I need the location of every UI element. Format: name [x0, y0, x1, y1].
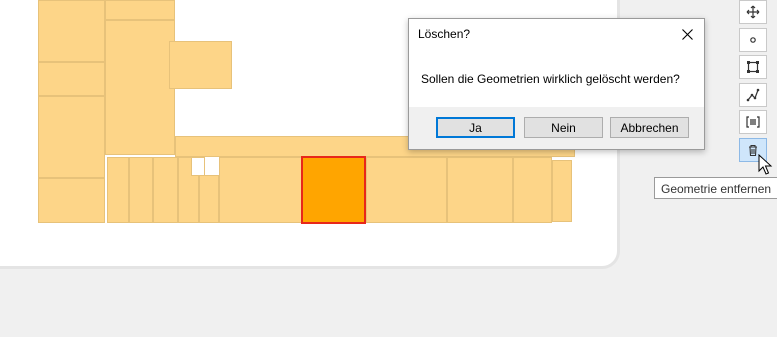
polyline-icon	[746, 88, 760, 102]
confirm-delete-dialog: Löschen? Sollen die Geometrien wirklich …	[408, 18, 705, 150]
room[interactable]	[552, 160, 572, 222]
rectangle-edit-icon	[747, 61, 759, 73]
room[interactable]	[513, 157, 552, 223]
close-icon	[681, 28, 693, 40]
room[interactable]	[129, 157, 153, 223]
room[interactable]	[447, 157, 513, 223]
text-box-icon	[746, 116, 760, 128]
room[interactable]	[105, 0, 175, 20]
rectangle-tool-button[interactable]	[739, 55, 767, 79]
cancel-button[interactable]: Abbrechen	[610, 117, 689, 138]
yes-button[interactable]: Ja	[436, 117, 515, 138]
polyline-tool-button[interactable]	[739, 83, 767, 107]
room[interactable]	[219, 157, 302, 223]
dialog-title: Löschen?	[418, 27, 471, 41]
room[interactable]	[199, 175, 219, 223]
room-cutout	[191, 157, 205, 176]
selected-room[interactable]	[301, 156, 366, 224]
room[interactable]	[107, 157, 129, 223]
room[interactable]	[105, 20, 175, 155]
move-icon	[746, 5, 760, 19]
room[interactable]	[38, 0, 105, 62]
text-tool-button[interactable]	[739, 110, 767, 134]
move-tool-button[interactable]	[739, 0, 767, 24]
dialog-close-button[interactable]	[676, 23, 698, 45]
dialog-button-bar: Ja Nein Abbrechen	[409, 107, 704, 149]
room[interactable]	[366, 157, 447, 223]
tooltip: Geometrie entfernen	[654, 177, 777, 199]
room[interactable]	[38, 96, 105, 178]
no-button[interactable]: Nein	[524, 117, 603, 138]
room[interactable]	[153, 157, 178, 223]
dialog-message: Sollen die Geometrien wirklich gelöscht …	[421, 72, 680, 86]
mouse-cursor-icon	[758, 154, 773, 175]
room[interactable]	[38, 62, 105, 96]
room[interactable]	[38, 178, 105, 223]
point-tool-button[interactable]	[739, 28, 767, 52]
room[interactable]	[169, 41, 232, 89]
point-icon	[750, 37, 756, 43]
